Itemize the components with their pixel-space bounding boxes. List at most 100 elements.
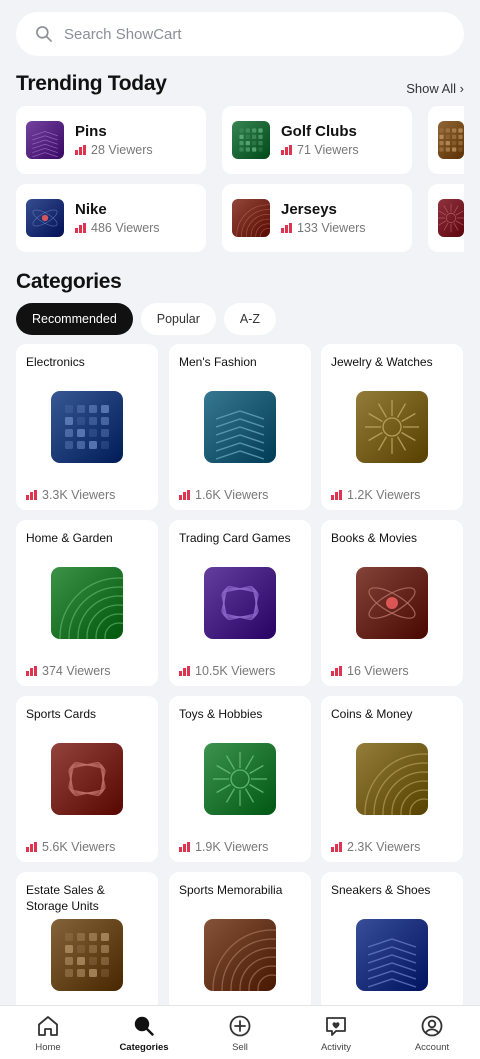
category-name: Estate Sales & Storage Units [26, 883, 105, 913]
arcs-thumbnail [204, 919, 276, 991]
nav-account[interactable]: Account [384, 1006, 480, 1059]
trending-name: Pins [75, 123, 107, 140]
viewers-text: 71 Viewers [297, 143, 359, 157]
trending-card-pins[interactable]: Pins 28 Viewers [16, 106, 206, 174]
viewers-count: 1.6K Viewers [179, 488, 268, 502]
viewers-bars-icon [331, 666, 342, 676]
atom-thumbnail [26, 199, 64, 237]
trending-title: Trending Today [16, 72, 167, 95]
category-name: Coins & Money [331, 707, 413, 721]
tab-a-z[interactable]: A-Z [223, 303, 276, 335]
sunburst-thumbnail [356, 391, 428, 463]
viewers-text: 2.3K Viewers [347, 840, 421, 854]
search-icon [36, 26, 52, 42]
nav-label: Account [414, 1042, 450, 1053]
viewers-bars-icon [75, 145, 86, 155]
viewers-count: 16 Viewers [331, 664, 409, 678]
tab-popular[interactable]: Popular [140, 303, 216, 335]
arcs-thumbnail [232, 199, 270, 237]
search-icon [134, 1016, 154, 1036]
grid-thumbnail [438, 121, 464, 159]
nav-categories[interactable]: Categories [96, 1006, 192, 1059]
chevrons-thumbnail [356, 919, 428, 991]
bottom-nav: Home Categories Sell Activity Account [0, 1005, 480, 1059]
category-name: Toys & Hobbies [179, 707, 263, 721]
tab-recommended[interactable]: Recommended [16, 303, 133, 335]
category-name: Books & Movies [331, 531, 418, 545]
nav-label: Categories [119, 1042, 169, 1053]
category-card[interactable]: Trading Card Games 10.5K Viewers [169, 520, 311, 686]
viewers-text: 1.9K Viewers [195, 840, 269, 854]
viewers-count: 2.3K Viewers [331, 840, 420, 854]
nav-label: Activity [320, 1042, 352, 1053]
trending-name: Golf Clubs [281, 123, 357, 140]
category-card[interactable]: Men's Fashion 1.6K Viewers [169, 344, 311, 510]
category-card[interactable]: Electronics 3.3K Viewers [16, 344, 158, 510]
sunburst-thumbnail [438, 199, 464, 237]
viewers-count: 1.9K Viewers [179, 840, 268, 854]
viewers-bars-icon [179, 666, 190, 676]
category-name: Electronics [26, 355, 85, 369]
chevrons-thumbnail [26, 121, 64, 159]
viewers-text: 1.2K Viewers [347, 488, 421, 502]
trending-card-jerseys[interactable]: Jerseys 133 Viewers [222, 184, 412, 252]
viewers-bars-icon [281, 223, 292, 233]
trending-card-golf-clubs[interactable]: Golf Clubs 71 Viewers [222, 106, 412, 174]
category-name: Sneakers & Shoes [331, 883, 431, 897]
cards-thumbnail [204, 567, 276, 639]
account-icon [421, 1015, 443, 1037]
cards-thumbnail [51, 743, 123, 815]
category-name: Home & Garden [26, 531, 113, 545]
categories-title: Categories [16, 270, 122, 293]
category-card[interactable]: Books & Movies 16 Viewers [321, 520, 463, 686]
category-card[interactable]: Home & Garden 374 Viewers [16, 520, 158, 686]
viewers-count: 5.6K Viewers [26, 840, 115, 854]
category-name: Jewelry & Watches [331, 355, 433, 369]
viewers-bars-icon [26, 842, 37, 852]
viewers-text: 16 Viewers [347, 664, 409, 678]
search-input[interactable] [64, 25, 424, 43]
show-all-link[interactable]: Show All › [406, 81, 464, 96]
category-filter-tabs: Recommended Popular A-Z [16, 303, 276, 335]
viewers-bars-icon [331, 490, 342, 500]
category-name: Trading Card Games [179, 531, 291, 545]
viewers-count: 1.2K Viewers [331, 488, 420, 502]
arcs-thumbnail [51, 567, 123, 639]
nav-label: Sell [232, 1042, 248, 1053]
viewers-text: 28 Viewers [91, 143, 153, 157]
nav-sell[interactable]: Sell [192, 1006, 288, 1059]
category-card[interactable]: Jewelry & Watches 1.2K Viewers [321, 344, 463, 510]
viewers-text: 5.6K Viewers [42, 840, 116, 854]
viewers-count: 71 Viewers [281, 143, 359, 157]
viewers-bars-icon [26, 666, 37, 676]
viewers-bars-icon [331, 842, 342, 852]
viewers-text: 374 Viewers [42, 664, 111, 678]
viewers-bars-icon [179, 842, 190, 852]
trending-name: Nike [75, 201, 107, 218]
viewers-count: 10.5K Viewers [179, 664, 275, 678]
grid-thumbnail [232, 121, 270, 159]
viewers-bars-icon [26, 490, 37, 500]
trending-card-partial[interactable] [428, 106, 464, 174]
nav-label: Home [35, 1042, 61, 1053]
viewers-text: 10.5K Viewers [195, 664, 276, 678]
plus-circle-icon [229, 1015, 251, 1037]
search-bar[interactable] [16, 12, 464, 56]
viewers-text: 486 Viewers [91, 221, 160, 235]
viewers-count: 28 Viewers [75, 143, 153, 157]
sunburst-thumbnail [204, 743, 276, 815]
nav-activity[interactable]: Activity [288, 1006, 384, 1059]
nav-home[interactable]: Home [0, 1006, 96, 1059]
trending-card-nike[interactable]: Nike 486 Viewers [16, 184, 206, 252]
viewers-count: 3.3K Viewers [26, 488, 115, 502]
trending-card-partial[interactable] [428, 184, 464, 252]
viewers-count: 486 Viewers [75, 221, 160, 235]
chevrons-thumbnail [204, 391, 276, 463]
category-card[interactable]: Toys & Hobbies 1.9K Viewers [169, 696, 311, 862]
category-card[interactable]: Coins & Money 2.3K Viewers [321, 696, 463, 862]
viewers-text: 1.6K Viewers [195, 488, 269, 502]
chat-heart-icon [326, 1017, 346, 1036]
category-card[interactable]: Sports Cards 5.6K Viewers [16, 696, 158, 862]
category-name: Sports Memorabilia [179, 883, 283, 897]
viewers-bars-icon [75, 223, 86, 233]
